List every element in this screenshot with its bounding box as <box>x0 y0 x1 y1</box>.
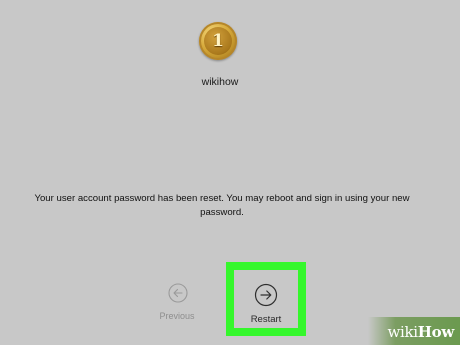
account-username: wikihow <box>201 76 239 88</box>
user-avatar: 1 <box>199 22 237 60</box>
restart-button[interactable]: Restart <box>234 270 298 328</box>
arrow-left-circle-icon <box>168 283 188 303</box>
password-reset-screen: 1 wikihow Your user account password has… <box>0 0 460 345</box>
avatar-coin-glyph: 1 <box>204 27 232 55</box>
restart-button-label: Restart <box>250 314 282 325</box>
arrow-right-circle-icon <box>254 283 278 307</box>
wikihow-watermark: wikiHow <box>368 317 460 345</box>
watermark-wiki: wiki <box>387 323 418 341</box>
watermark-how: How <box>417 323 455 341</box>
previous-button-label: Previous <box>159 311 195 321</box>
reset-confirmation-message: Your user account password has been rese… <box>34 193 410 218</box>
previous-button[interactable]: Previous <box>152 283 202 323</box>
watermark-text: wikiHow <box>387 323 454 341</box>
